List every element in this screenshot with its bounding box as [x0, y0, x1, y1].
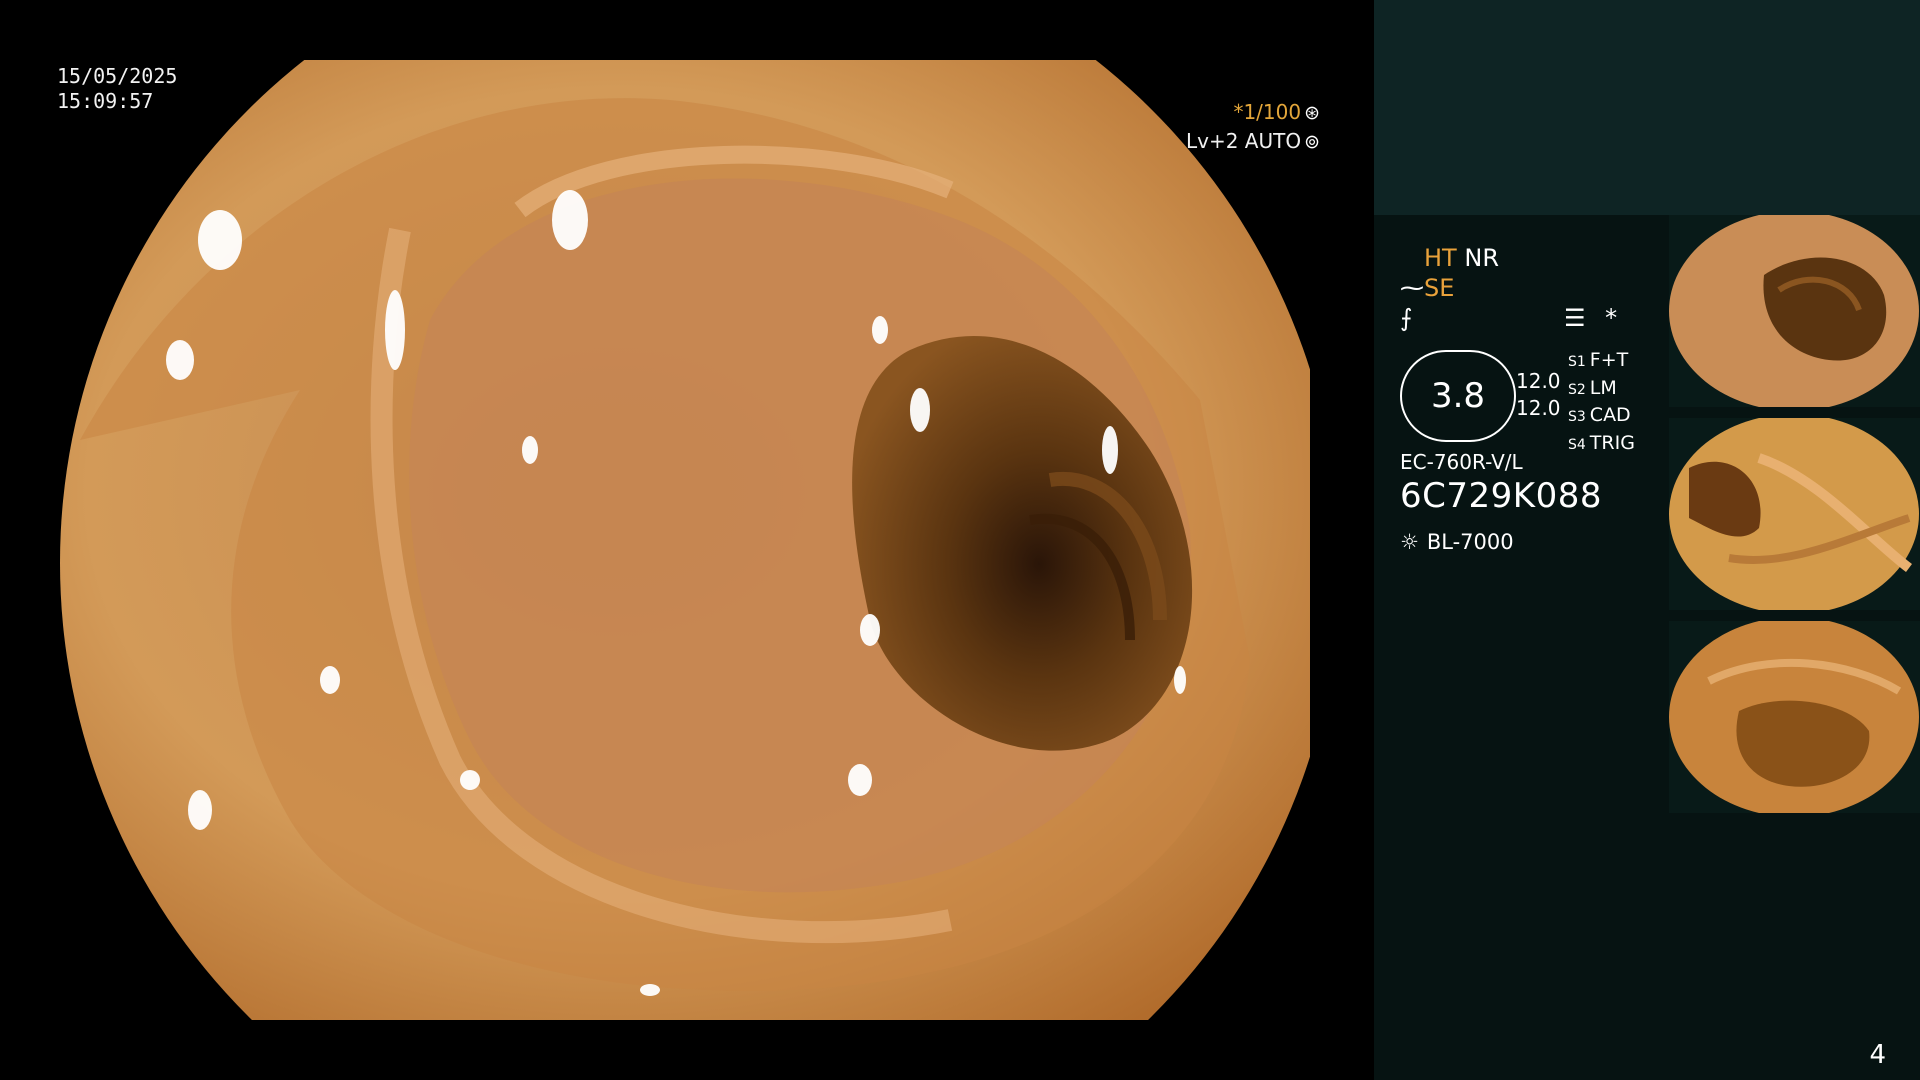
menu-icon: ☰	[1564, 304, 1586, 332]
light-source: ☼ BL-7000	[1400, 530, 1514, 554]
shutter-speed: *1/100	[1233, 100, 1302, 124]
page-number: 4	[1869, 1040, 1886, 1070]
date-label: 15/05/2025	[57, 64, 178, 88]
value-1: 12.0	[1516, 369, 1561, 393]
colon-image	[60, 60, 1310, 1020]
lamp-icon: ☼	[1400, 530, 1419, 554]
auto-iris-icon: ⊚	[1304, 131, 1320, 153]
slash-f-icon: ⨍	[1400, 304, 1413, 332]
endoscopy-video-frame	[50, 60, 1310, 1020]
level-mode: Lv+2 AUTO	[1185, 129, 1302, 153]
exposure-overlay: *1/100 ⊛ Lv+2 AUTO ⊚	[1186, 98, 1320, 156]
gauge-value: 3.8	[1430, 376, 1486, 416]
mode-s3: S3 CAD	[1568, 404, 1631, 426]
brightness-gauge: 3.8	[1400, 350, 1516, 442]
side-panel-header	[1374, 0, 1920, 215]
thumbnail-3[interactable]	[1669, 621, 1920, 813]
nr-label: NR	[1464, 244, 1499, 272]
thumbnail-2[interactable]	[1669, 418, 1920, 610]
date-time-overlay: 15/05/2025 15:09:57	[57, 64, 177, 114]
scope-serial: 6C729K088	[1400, 476, 1602, 516]
se-icon: ⁓	[1400, 274, 1424, 302]
mode-list: S1 F+T S2 LM S3 CAD S4 TRIG	[1568, 348, 1635, 458]
time-label: 15:09:57	[57, 89, 154, 113]
mode-s4: S4 TRIG	[1568, 431, 1635, 454]
lamp-model: BL-7000	[1426, 530, 1514, 554]
thumbnail-1[interactable]	[1669, 215, 1920, 407]
mode-s2: S2 LM	[1568, 376, 1617, 399]
shutter-icon: ⊛	[1304, 102, 1320, 124]
se-label: SE	[1424, 274, 1455, 302]
scope-model: EC-760R-V/L	[1400, 450, 1523, 474]
value-2: 12.0	[1516, 396, 1561, 420]
ht-label: HT	[1424, 244, 1457, 272]
asterisk-icon: *	[1605, 304, 1618, 332]
mode-s1: S1 F+T	[1568, 349, 1629, 371]
